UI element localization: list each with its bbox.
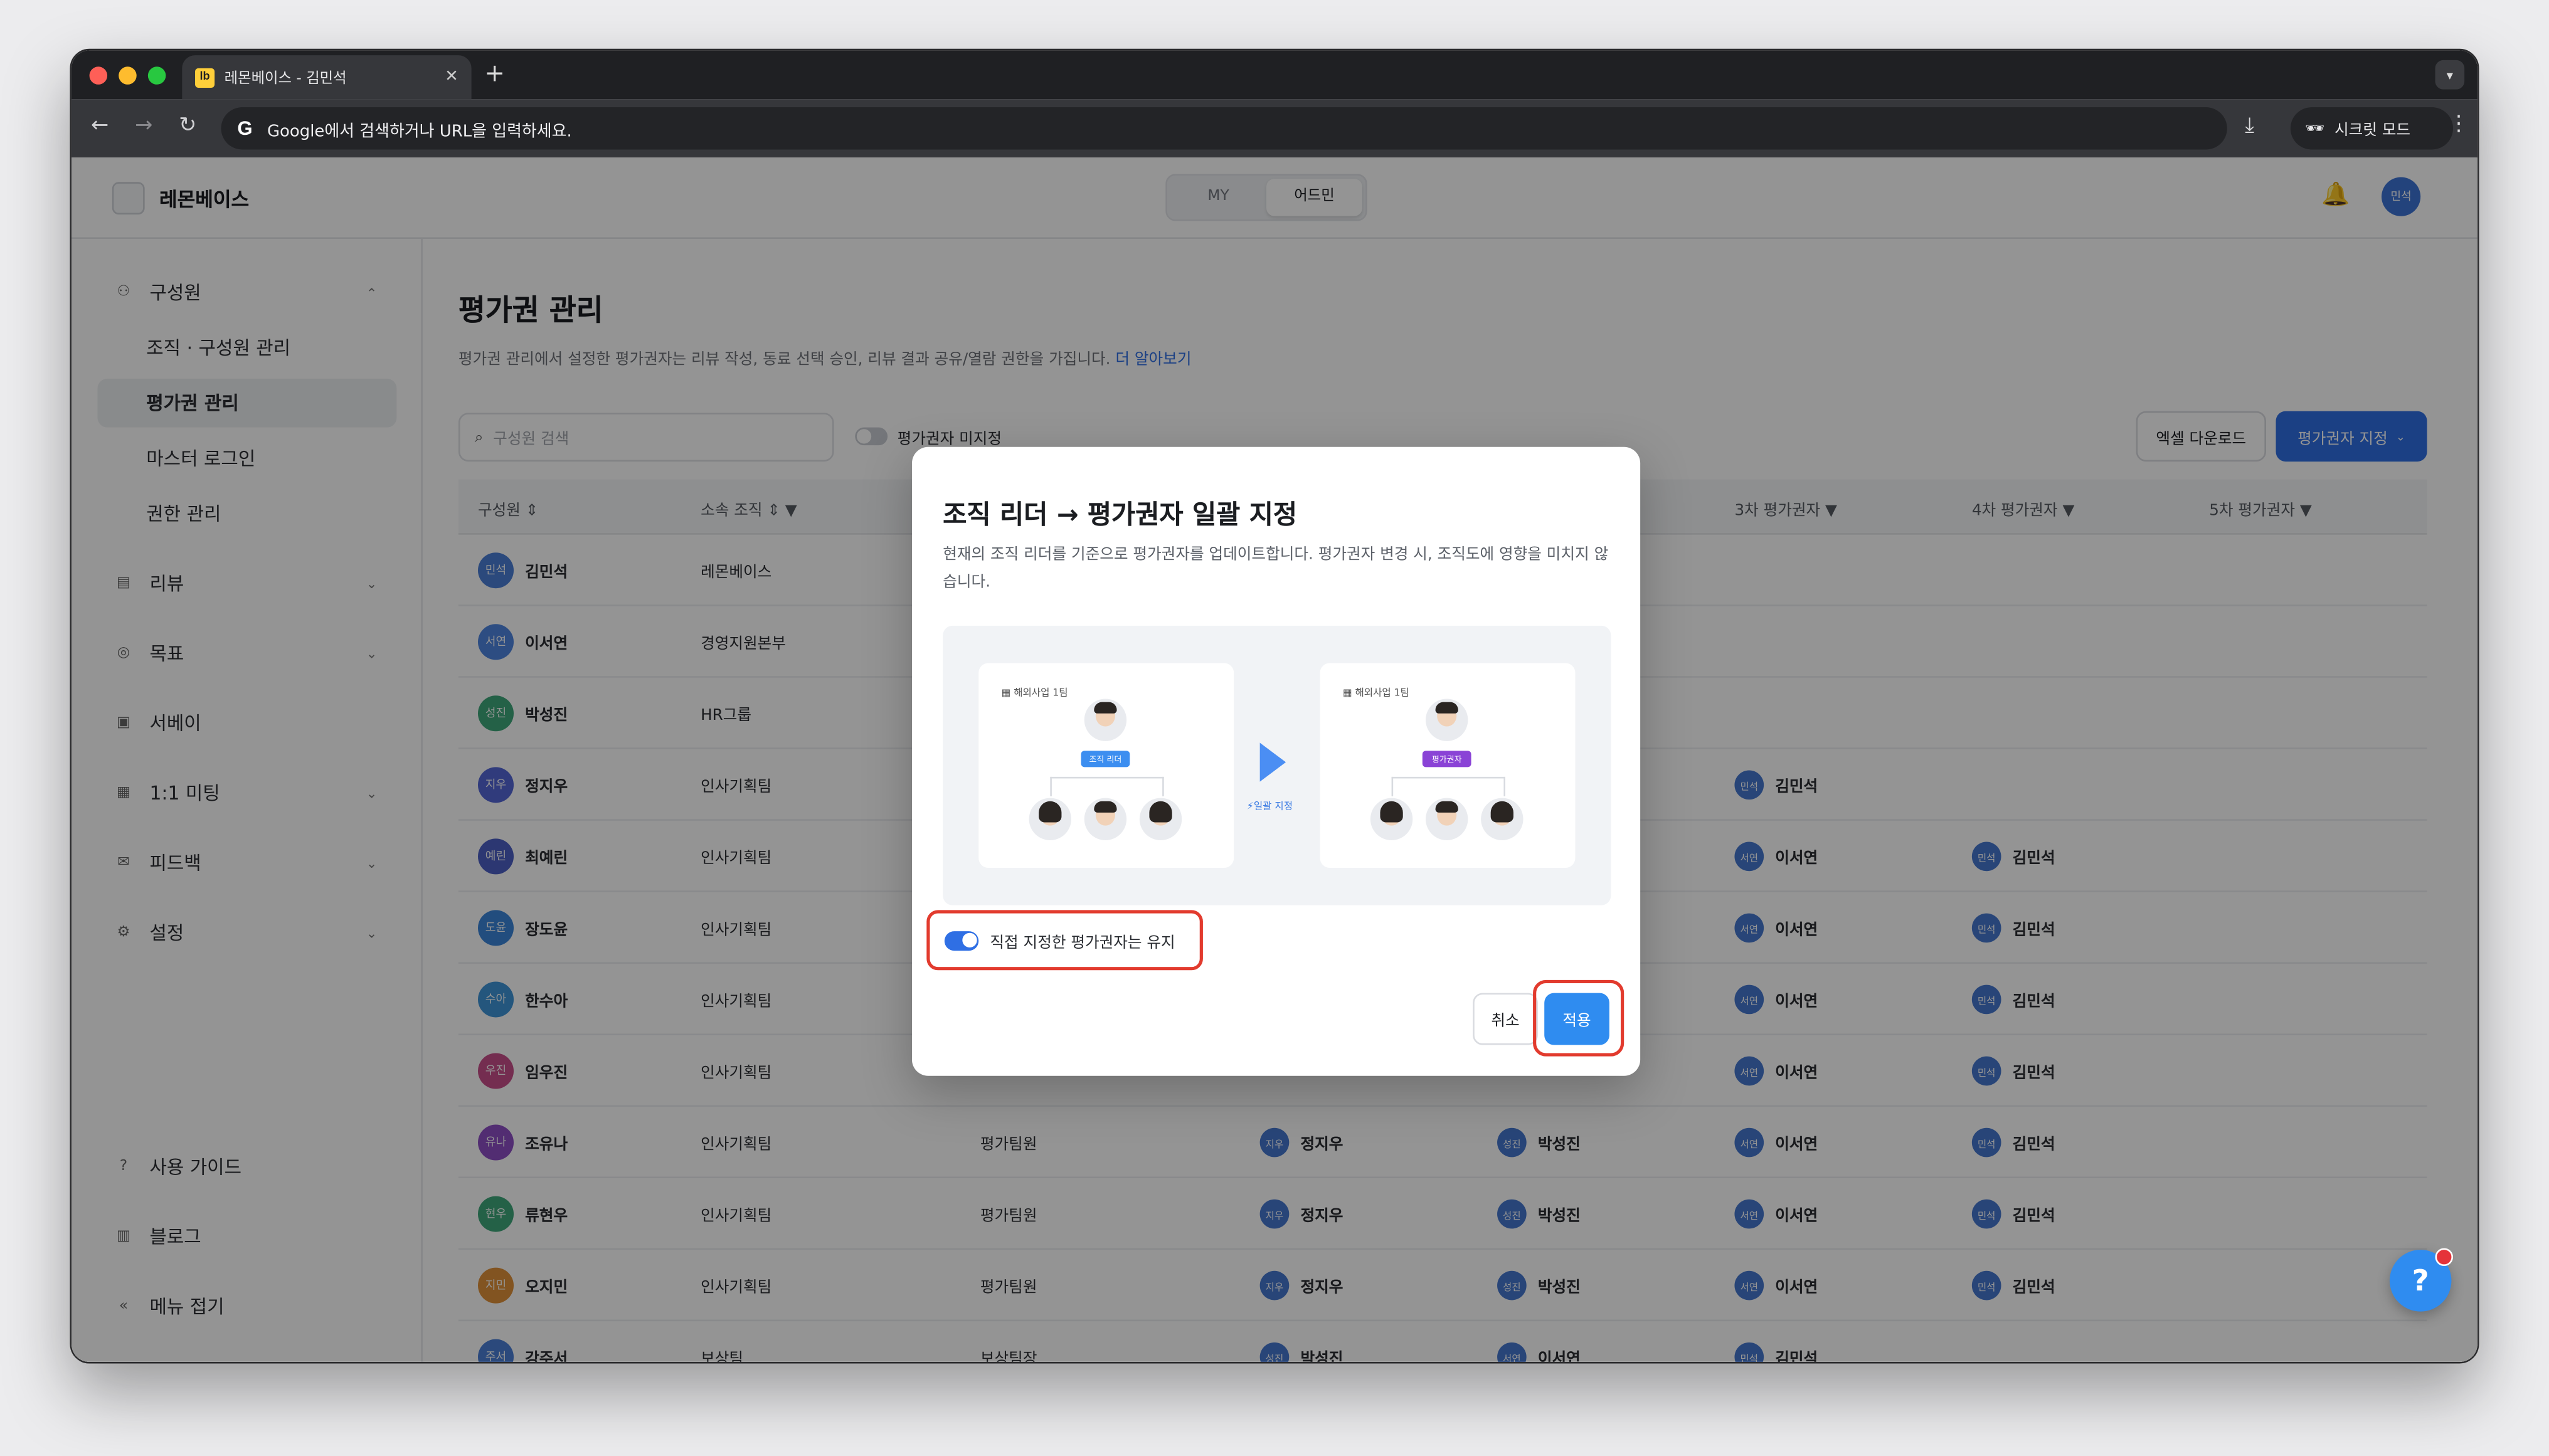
keep-manual-evaluators-option: 직접 지정한 평가권자는 유지: [926, 910, 1203, 971]
incognito-indicator[interactable]: 🕶 시크릿 모드: [2290, 107, 2454, 150]
leader-badge: 조직 리더: [1081, 751, 1130, 768]
team-label: ▦ 해외사업 1팀: [1342, 687, 1409, 699]
member-avatar-icon: [1481, 798, 1524, 840]
arrow-label: ⚡일괄 지정: [1246, 801, 1293, 813]
download-icon[interactable]: ⤓: [2245, 113, 2254, 138]
favicon-icon: lb: [195, 67, 215, 87]
tab-title: 레몬베이스 - 김민석: [224, 71, 347, 88]
member-avatar-icon: [1029, 798, 1071, 840]
incognito-icon: 🕶: [2305, 119, 2325, 138]
before-org-card: ▦ 해외사업 1팀 조직 리더: [978, 663, 1234, 868]
incognito-label: 시크릿 모드: [2334, 122, 2411, 140]
after-org-card: ▦ 해외사업 1팀 평가권자: [1320, 663, 1576, 868]
evaluator-badge: 평가권자: [1422, 751, 1471, 768]
help-chat-button[interactable]: ?: [2389, 1248, 2454, 1312]
dialog-title: 조직 리더 → 평가권자 일괄 지정: [943, 499, 1298, 530]
browser-window: lb 레몬베이스 - 김민석 ✕ + ▾ ← → ↻ G Google에서 검색…: [70, 48, 2479, 1364]
keep-manual-evaluators-toggle[interactable]: [944, 930, 979, 950]
apply-button[interactable]: 적용: [1544, 993, 1609, 1045]
back-icon[interactable]: ←: [91, 115, 109, 138]
new-tab-icon[interactable]: +: [484, 58, 505, 88]
team-label: ▦ 해외사업 1팀: [1001, 687, 1068, 699]
member-avatar-icon: [1084, 798, 1127, 840]
dialog-illustration: ▦ 해외사업 1팀 조직 리더 ⚡일괄 지정 ▦ 해외사업 1팀 평가권자: [943, 625, 1611, 905]
address-placeholder: Google에서 검색하거나 URL을 입력하세요.: [267, 122, 572, 141]
keep-manual-evaluators-label: 직접 지정한 평가권자는 유지: [990, 933, 1175, 952]
close-tab-icon[interactable]: ✕: [445, 68, 458, 87]
minimize-window-button[interactable]: [119, 66, 137, 85]
close-window-button[interactable]: [89, 66, 108, 85]
browser-tab-bar: lb 레몬베이스 - 김민석 ✕ + ▾: [72, 50, 2477, 100]
cancel-button[interactable]: 취소: [1473, 993, 1538, 1045]
tab-search-icon[interactable]: ▾: [2435, 60, 2465, 90]
leader-avatar-icon: [1426, 699, 1468, 741]
browser-menu-icon[interactable]: ⋮: [2448, 112, 2469, 137]
bulk-assign-dialog: 조직 리더 → 평가권자 일괄 지정 현재의 조직 리더를 기준으로 평가권자를…: [911, 446, 1641, 1076]
reload-icon[interactable]: ↻: [179, 115, 196, 138]
maximize-window-button[interactable]: [147, 66, 166, 85]
member-avatar-icon: [1426, 798, 1468, 840]
browser-toolbar: ← → ↻ G Google에서 검색하거나 URL을 입력하세요. ⤓ 🕶 시…: [72, 99, 2477, 158]
forward-icon[interactable]: →: [135, 115, 152, 138]
browser-tab[interactable]: lb 레몬베이스 - 김민석 ✕: [182, 55, 472, 100]
member-avatar-icon: [1370, 798, 1413, 840]
member-avatar-icon: [1139, 798, 1182, 840]
google-icon: G: [237, 117, 253, 140]
arrow-right-icon: [1259, 742, 1286, 782]
address-bar[interactable]: G Google에서 검색하거나 URL을 입력하세요.: [221, 107, 2227, 150]
dialog-description: 현재의 조직 리더를 기준으로 평가권자를 업데이트합니다. 평가권자 변경 시…: [943, 546, 1609, 592]
leader-avatar-icon: [1084, 699, 1127, 741]
